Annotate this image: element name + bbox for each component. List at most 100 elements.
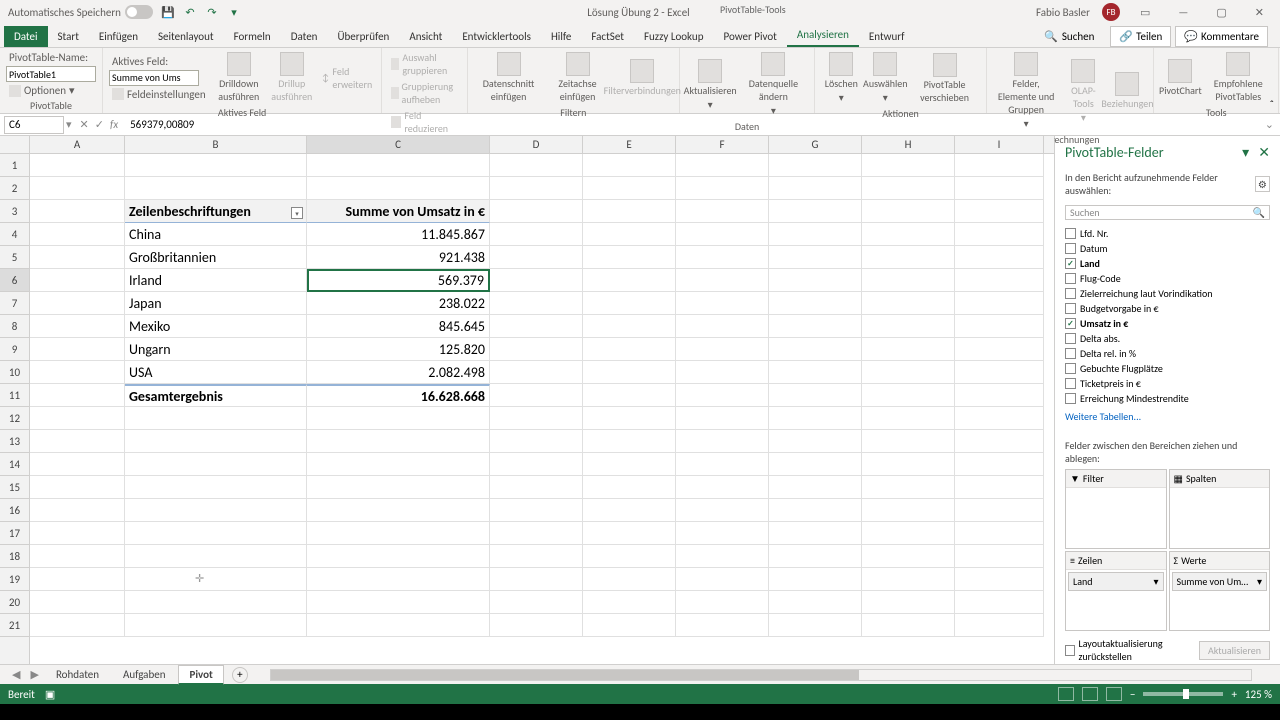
cell[interactable] — [862, 177, 955, 200]
cell[interactable] — [490, 476, 583, 499]
cell[interactable] — [955, 361, 1044, 384]
cell[interactable]: China — [125, 223, 307, 246]
cell[interactable] — [862, 453, 955, 476]
cell[interactable] — [955, 200, 1044, 223]
cell[interactable] — [676, 614, 769, 637]
cell[interactable] — [583, 384, 676, 407]
search-icon[interactable]: 🔍 — [1044, 30, 1058, 43]
cell[interactable] — [490, 568, 583, 591]
cell[interactable] — [307, 407, 490, 430]
fields-items-sets[interactable]: Felder, Elemente und Gruppen ▾ — [993, 50, 1060, 132]
cell[interactable] — [30, 246, 125, 269]
field-item[interactable]: Umsatz in € — [1065, 316, 1270, 331]
cell[interactable] — [307, 476, 490, 499]
sheet-tab-aufgaben[interactable]: Aufgaben — [112, 665, 176, 684]
accept-formula-icon[interactable]: ✓ — [95, 118, 104, 131]
cell[interactable] — [676, 522, 769, 545]
cell[interactable]: Ungarn — [125, 338, 307, 361]
field-checkbox[interactable] — [1065, 258, 1076, 269]
cell[interactable] — [30, 407, 125, 430]
cell[interactable] — [769, 177, 862, 200]
zoom-out-icon[interactable]: − — [1130, 688, 1135, 701]
row-header[interactable]: 14 — [0, 453, 29, 476]
cell[interactable] — [307, 499, 490, 522]
cell[interactable] — [125, 568, 307, 591]
col-header[interactable]: G — [769, 136, 862, 153]
field-checkbox[interactable] — [1065, 303, 1076, 314]
cell[interactable] — [583, 568, 676, 591]
macro-record-icon[interactable]: ▣ — [45, 688, 55, 701]
cell[interactable] — [125, 177, 307, 200]
cell[interactable] — [490, 154, 583, 177]
field-item[interactable]: Zielerreichung laut Vorindikation — [1065, 286, 1270, 301]
maximize-icon[interactable]: ▢ — [1208, 6, 1234, 19]
cell[interactable] — [769, 407, 862, 430]
cell[interactable] — [862, 315, 955, 338]
col-header[interactable]: B — [125, 136, 307, 153]
cell[interactable] — [583, 499, 676, 522]
sheet-nav-next-icon[interactable]: ▶ — [26, 668, 42, 681]
cell[interactable] — [955, 499, 1044, 522]
cell[interactable]: 921.438 — [307, 246, 490, 269]
cell[interactable] — [490, 545, 583, 568]
field-item[interactable]: Budgetvorgabe in € — [1065, 301, 1270, 316]
pane-menu-icon[interactable]: ▾ — [1242, 144, 1249, 161]
cell[interactable] — [307, 522, 490, 545]
rows-area[interactable]: ≡Zeilen Land▾ — [1065, 551, 1167, 631]
row-header[interactable]: 7 — [0, 292, 29, 315]
cell[interactable]: USA — [125, 361, 307, 384]
row-header[interactable]: 13 — [0, 430, 29, 453]
row-header[interactable]: 10 — [0, 361, 29, 384]
values-area[interactable]: ΣWerte Summe von Umsatz in €▾ — [1169, 551, 1271, 631]
drillup-button[interactable]: Drillup ausführen — [269, 50, 315, 105]
col-header[interactable]: F — [676, 136, 769, 153]
spreadsheet-grid[interactable]: A B C D E F G H I 1234567891011121314151… — [0, 136, 1054, 664]
cell[interactable] — [676, 568, 769, 591]
drilldown-button[interactable]: Drilldown ausführen — [213, 50, 265, 105]
tab-insert[interactable]: Einfügen — [89, 26, 148, 47]
cell[interactable] — [676, 177, 769, 200]
cell[interactable] — [862, 361, 955, 384]
insert-slicer[interactable]: Datenschnitt einfügen — [474, 50, 544, 105]
cell[interactable] — [490, 269, 583, 292]
cell[interactable]: 125.820 — [307, 338, 490, 361]
cell[interactable] — [769, 499, 862, 522]
collapse-ribbon-icon[interactable]: ˆ — [1270, 98, 1274, 111]
cell[interactable] — [490, 384, 583, 407]
row-header[interactable]: 17 — [0, 522, 29, 545]
cell[interactable] — [30, 200, 125, 223]
cell[interactable] — [583, 476, 676, 499]
cell[interactable] — [583, 200, 676, 223]
cell[interactable]: 569.379 — [307, 269, 490, 292]
cell[interactable] — [30, 292, 125, 315]
cell[interactable] — [955, 154, 1044, 177]
comments-button[interactable]: 💬Kommentare — [1175, 26, 1268, 47]
row-header[interactable]: 18 — [0, 545, 29, 568]
add-sheet-button[interactable]: + — [232, 667, 248, 683]
rows-area-item[interactable]: Land▾ — [1068, 572, 1164, 591]
cell[interactable] — [955, 614, 1044, 637]
cell[interactable] — [862, 246, 955, 269]
cell[interactable] — [862, 499, 955, 522]
cell[interactable]: Mexiko — [125, 315, 307, 338]
sheet-nav-prev-icon[interactable]: ◀ — [8, 668, 24, 681]
col-header[interactable]: C — [307, 136, 490, 153]
insert-timeline[interactable]: Zeitachse einfügen — [547, 50, 607, 105]
zoom-slider[interactable] — [1143, 692, 1223, 696]
cell[interactable] — [955, 223, 1044, 246]
cell[interactable] — [30, 384, 125, 407]
cell[interactable] — [583, 361, 676, 384]
cell[interactable] — [490, 223, 583, 246]
cell[interactable] — [583, 453, 676, 476]
cell[interactable] — [769, 545, 862, 568]
tab-fuzzylookup[interactable]: Fuzzy Lookup — [634, 26, 714, 47]
cell[interactable] — [490, 292, 583, 315]
cell[interactable] — [490, 430, 583, 453]
expand-formula-icon[interactable]: ⌄ — [1259, 118, 1280, 131]
values-area-item[interactable]: Summe von Umsatz in €▾ — [1172, 572, 1268, 591]
active-field-input[interactable] — [109, 70, 199, 86]
cell[interactable] — [769, 430, 862, 453]
cell[interactable] — [583, 269, 676, 292]
cell[interactable] — [862, 522, 955, 545]
tab-start[interactable]: Start — [48, 26, 89, 47]
